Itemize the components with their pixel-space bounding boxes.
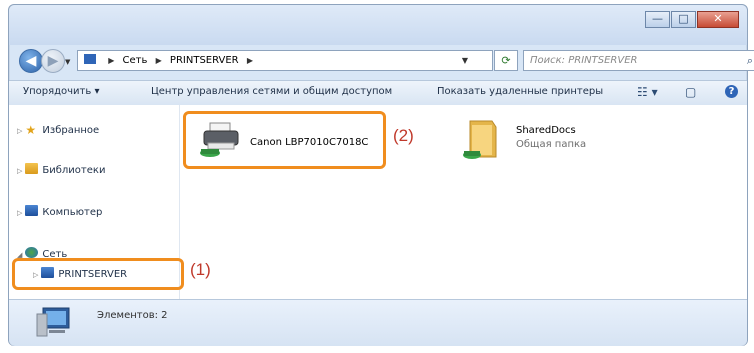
callout-label-2: (2) bbox=[393, 126, 414, 145]
network-icon bbox=[25, 247, 39, 258]
sidebar-item-label: Избранное bbox=[42, 125, 100, 136]
view-options-icon[interactable]: ☷ ▾ bbox=[637, 85, 658, 99]
breadcrumb-network[interactable]: Сеть bbox=[123, 55, 148, 66]
breadcrumb-separator-icon[interactable]: ▶ bbox=[247, 56, 253, 65]
search-input[interactable]: Поиск: PRINTSERVER ⌕ bbox=[523, 50, 754, 71]
breadcrumb-printserver[interactable]: PRINTSERVER bbox=[170, 55, 239, 66]
expand-icon[interactable]: ▷ bbox=[17, 167, 22, 175]
expand-icon[interactable]: ▷ bbox=[17, 127, 22, 135]
navigation-bar: ◀ ▶ ▼ ▶ Сеть ▶ PRINTSERVER ▶ ▼ ⟳ Поиск: … bbox=[19, 49, 754, 74]
network-location-icon bbox=[84, 54, 96, 64]
refresh-icon[interactable]: ⟳ bbox=[494, 50, 518, 71]
help-icon[interactable]: ? bbox=[725, 85, 738, 98]
window-controls: — □ ✕ bbox=[644, 11, 739, 28]
breadcrumb-separator-icon[interactable]: ▶ bbox=[156, 56, 162, 65]
sidebar-item-computer[interactable]: ▷ Компьютер bbox=[17, 205, 102, 218]
item-count: Элементов: 2 bbox=[97, 310, 168, 321]
recent-pages-dropdown[interactable]: ▼ bbox=[65, 58, 70, 66]
address-bar[interactable]: ▶ Сеть ▶ PRINTSERVER ▶ ▼ bbox=[77, 50, 493, 71]
computer-icon bbox=[36, 307, 70, 337]
item-name[interactable]: SharedDocs bbox=[516, 125, 576, 136]
search-icon[interactable]: ⌕ bbox=[747, 51, 753, 70]
sidebar-item-favorites[interactable]: ▷ ★ Избранное bbox=[17, 123, 99, 137]
forward-arrow-icon[interactable]: ▶ bbox=[41, 49, 65, 73]
command-toolbar: Упорядочить ▾ Центр управления сетями и … bbox=[9, 80, 747, 106]
network-center-button[interactable]: Центр управления сетями и общим доступом bbox=[151, 86, 392, 97]
library-icon bbox=[25, 163, 39, 174]
highlight-box-2 bbox=[183, 111, 386, 169]
search-placeholder: Поиск: PRINTSERVER bbox=[530, 55, 638, 66]
star-icon: ★ bbox=[25, 123, 37, 137]
title-bar: — □ ✕ bbox=[9, 5, 747, 45]
sidebar-item-label: Компьютер bbox=[42, 207, 103, 218]
callout-label-1: (1) bbox=[190, 260, 211, 279]
highlight-box-1 bbox=[12, 258, 184, 290]
address-dropdown-icon[interactable]: ▼ bbox=[462, 51, 468, 70]
explorer-window: — □ ✕ ◀ ▶ ▼ ▶ Сеть ▶ PRINTSERVER ▶ ▼ ⟳ П… bbox=[8, 4, 754, 346]
minimize-button[interactable]: — bbox=[645, 11, 670, 28]
computer-icon bbox=[25, 205, 39, 216]
back-arrow-icon[interactable]: ◀ bbox=[19, 49, 43, 73]
breadcrumb-separator-icon[interactable]: ▶ bbox=[108, 56, 114, 65]
maximize-button[interactable]: □ bbox=[671, 11, 696, 28]
sidebar-item-label: Библиотеки bbox=[42, 165, 106, 176]
close-button[interactable]: ✕ bbox=[697, 11, 739, 28]
organize-button[interactable]: Упорядочить ▾ bbox=[23, 86, 99, 97]
show-remote-printers-button[interactable]: Показать удаленные принтеры bbox=[437, 86, 603, 97]
preview-pane-icon[interactable]: ▢ bbox=[685, 85, 696, 99]
item-subtitle: Общая папка bbox=[516, 139, 587, 150]
sidebar-item-libraries[interactable]: ▷ Библиотеки bbox=[17, 163, 105, 176]
shared-folder-icon[interactable] bbox=[462, 117, 502, 161]
details-pane: Элементов: 2 bbox=[9, 299, 747, 346]
expand-icon[interactable]: ▷ bbox=[17, 209, 22, 217]
